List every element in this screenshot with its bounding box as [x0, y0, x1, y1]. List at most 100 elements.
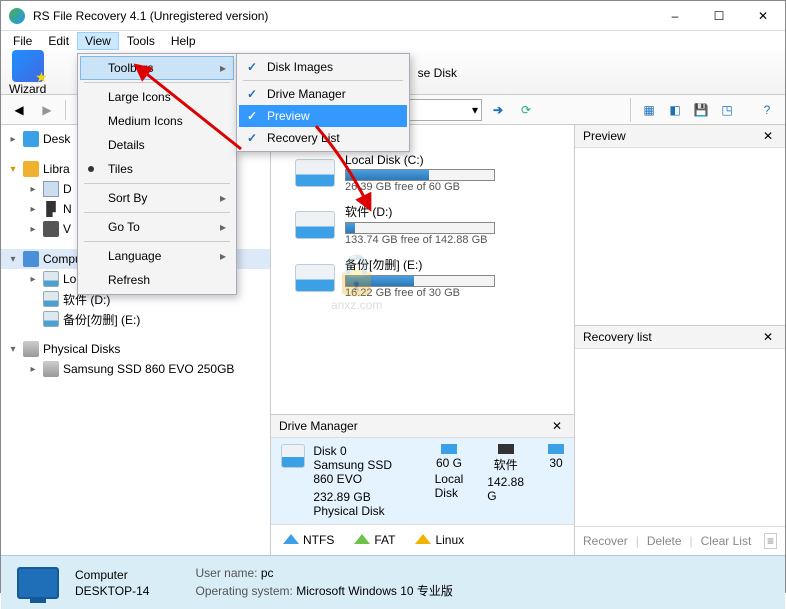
save-button[interactable]: 💾	[689, 98, 713, 122]
partition-chip-icon	[441, 444, 457, 454]
disk-icon	[295, 264, 335, 292]
status-user: pc	[261, 566, 274, 580]
clear-list-button[interactable]: Clear List	[701, 534, 752, 548]
music-icon	[43, 201, 59, 217]
titlebar: RS File Recovery 4.1 (Unregistered versi…	[1, 1, 785, 31]
disk-name: 备份[勿删] (E:)	[345, 256, 495, 273]
window-buttons: – ☐ ✕	[653, 1, 785, 30]
drive-icon	[43, 311, 59, 327]
disk-icon	[295, 211, 335, 239]
recovery-title: Recovery list	[583, 330, 652, 344]
capacity-bar	[345, 222, 495, 234]
disk-free: 16.22 GB free of 30 GB	[345, 287, 495, 299]
tree-ssd[interactable]: ▸Samsung SSD 860 EVO 250GB	[1, 359, 270, 379]
menu-help[interactable]: Help	[163, 32, 204, 50]
drive-manager-close[interactable]: ✕	[548, 419, 566, 433]
dm-disk-type: Physical Disk	[313, 504, 410, 518]
tree-backup-e[interactable]: 备份[勿删] (E:)	[1, 309, 270, 329]
menubar: File Edit View Tools Help	[1, 31, 785, 51]
drive-icon	[43, 271, 59, 287]
desktop-icon	[23, 131, 39, 147]
close-button[interactable]: ✕	[741, 1, 785, 30]
submenu-disk-images[interactable]: ✓Disk Images	[239, 56, 407, 78]
fat-icon	[354, 534, 370, 544]
drive-manager-body[interactable]: Disk 0 Samsung SSD 860 EVO 232.89 GB Phy…	[271, 438, 574, 524]
submenu-drive-manager[interactable]: ✓Drive Manager	[239, 83, 407, 105]
back-button[interactable]: ◀	[7, 98, 31, 122]
ssd-icon	[43, 361, 59, 377]
physical-disk-icon	[23, 341, 39, 357]
app-title: RS File Recovery 4.1 (Unregistered versi…	[33, 9, 268, 23]
maximize-button[interactable]: ☐	[697, 1, 741, 30]
fs-legend: NTFS FAT Linux	[271, 524, 574, 555]
preview-body	[575, 148, 785, 326]
disk-item[interactable]: 备份[勿删] (E:) 16.22 GB free of 30 GB	[295, 256, 566, 299]
tree-physical[interactable]: ▾Physical Disks	[1, 339, 270, 359]
status-computer: Computer	[75, 568, 149, 582]
menu-tools[interactable]: Tools	[119, 32, 163, 50]
drive-manager-header: Drive Manager ✕	[271, 415, 574, 438]
dm-partitions: 60 GLocal Disk 软件142.88 G 30	[435, 444, 564, 518]
menu-sort-by[interactable]: Sort By▸	[80, 186, 234, 210]
chevron-right-icon: ▸	[220, 191, 226, 205]
chevron-down-icon: ▾	[469, 103, 481, 117]
chevron-right-icon: ▸	[220, 220, 226, 234]
go-button[interactable]: ➔	[486, 98, 510, 122]
delete-button[interactable]: Delete	[647, 534, 682, 548]
menu-view[interactable]: View	[77, 32, 119, 50]
chevron-right-icon: ▸	[220, 249, 226, 263]
status-hostname: DESKTOP-14	[75, 584, 149, 598]
annotation-arrow-1	[131, 59, 251, 162]
annotation-arrow-2	[296, 121, 386, 214]
menu-refresh[interactable]: Refresh	[80, 268, 234, 292]
document-icon	[43, 181, 59, 197]
menu-language[interactable]: Language▸	[80, 244, 234, 268]
recovery-actions: Recover| Delete| Clear List ≡	[575, 526, 785, 555]
disk-free: 133.74 GB free of 142.88 GB	[345, 234, 495, 246]
recovery-menu-icon[interactable]: ≡	[764, 533, 777, 549]
dm-disk-size: 232.89 GB	[313, 490, 410, 504]
recover-button[interactable]: Recover	[583, 534, 628, 548]
choose-disk-label: se Disk	[418, 66, 457, 80]
view-mode-button[interactable]: ▦	[637, 98, 661, 122]
statusbar: Computer DESKTOP-14 User name: pc Operat…	[1, 555, 785, 609]
dm-partition[interactable]: 软件142.88 G	[487, 444, 524, 518]
dm-partition[interactable]: 60 GLocal Disk	[435, 444, 464, 518]
ntfs-icon	[283, 534, 299, 544]
radio-selected-icon	[88, 166, 94, 172]
preview-pane-button[interactable]: ◧	[663, 98, 687, 122]
menu-go-to[interactable]: Go To▸	[80, 215, 234, 239]
dm-disk-model: Samsung SSD 860 EVO	[313, 458, 410, 486]
computer-monitor-icon	[17, 567, 59, 599]
dm-partition[interactable]: 30	[548, 444, 564, 518]
drive-manager-title: Drive Manager	[279, 419, 358, 433]
preview-close[interactable]: ✕	[759, 129, 777, 143]
help-button[interactable]: ?	[755, 98, 779, 122]
library-icon	[23, 161, 39, 177]
status-os: Microsoft Windows 10 专业版	[296, 584, 453, 598]
refresh-button[interactable]: ⟳	[514, 98, 538, 122]
preview-title: Preview	[583, 129, 626, 143]
status-os-label: Operating system:	[195, 584, 292, 598]
minimize-button[interactable]: –	[653, 1, 697, 30]
video-icon	[43, 221, 59, 237]
partition-chip-icon	[498, 444, 514, 454]
drive-icon	[43, 291, 59, 307]
menu-edit[interactable]: Edit	[40, 32, 77, 50]
wizard-icon[interactable]	[12, 50, 44, 82]
info-button[interactable]: ◳	[715, 98, 739, 122]
recovery-header: Recovery list ✕	[575, 326, 785, 349]
drive-manager-panel: Drive Manager ✕ Disk 0 Samsung SSD 860 E…	[271, 414, 574, 555]
physical-disk-icon	[281, 444, 305, 468]
menu-file[interactable]: File	[5, 32, 40, 50]
dm-disk-name: Disk 0	[313, 444, 410, 458]
forward-button[interactable]: ▶	[35, 98, 59, 122]
partition-chip-icon	[548, 444, 564, 454]
computer-icon	[23, 251, 39, 267]
linux-icon	[415, 534, 431, 544]
recovery-close[interactable]: ✕	[759, 330, 777, 344]
status-user-label: User name:	[195, 566, 257, 580]
right-pane: Preview ✕ Recovery list ✕ Recover| Delet…	[575, 125, 785, 555]
capacity-bar	[345, 275, 495, 287]
preview-header: Preview ✕	[575, 125, 785, 148]
